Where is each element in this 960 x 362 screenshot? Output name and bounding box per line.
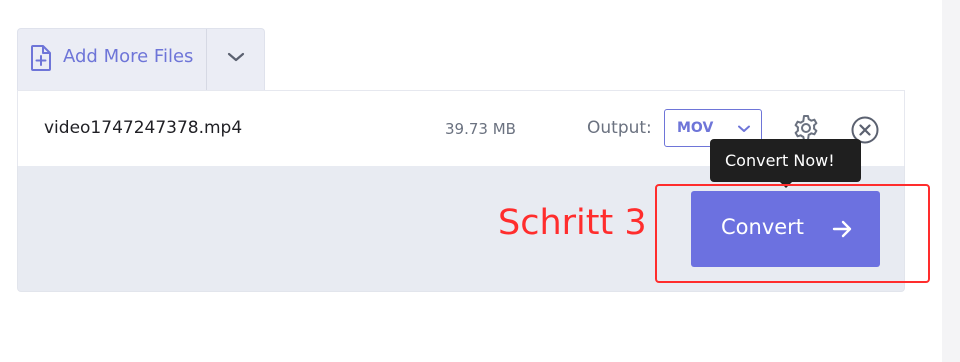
step-annotation-label: Schritt 3: [498, 203, 647, 243]
chevron-down-icon: [227, 52, 245, 62]
output-format-value: MOV: [677, 120, 714, 136]
output-label: Output:: [587, 118, 652, 138]
step-annotation-highlight: [655, 184, 930, 283]
add-more-files-button[interactable]: Add More Files: [18, 29, 206, 90]
add-more-files-label: Add More Files: [63, 46, 194, 67]
file-name: video1747247378.mp4: [44, 118, 243, 138]
convert-tooltip-text: Convert Now!: [725, 151, 835, 170]
add-files-tab: Add More Files: [17, 28, 265, 90]
chevron-down-icon: [738, 125, 750, 132]
file-plus-icon: [30, 45, 52, 71]
page-scrollbar-gutter: [942, 0, 960, 362]
convert-tooltip: Convert Now!: [710, 139, 861, 182]
add-files-dropdown-button[interactable]: [207, 29, 265, 90]
file-size: 39.73 MB: [445, 120, 516, 138]
